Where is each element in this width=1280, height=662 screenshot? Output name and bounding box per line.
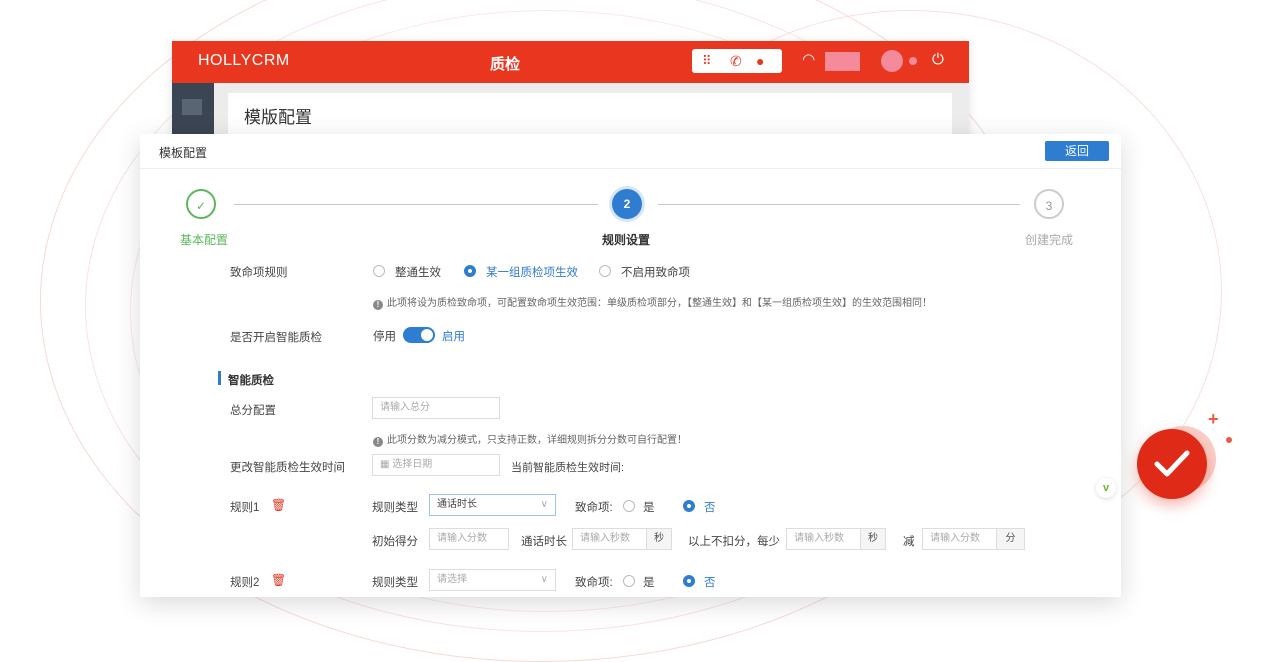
rule-2-type-select[interactable]: 请选择 ∨: [429, 569, 556, 591]
call-duration-label: 通话时长: [521, 536, 567, 548]
date-picker-placeholder: 选择日期: [392, 459, 433, 470]
radio-group-items[interactable]: [464, 265, 476, 277]
fatal-rule-note-text: 此项将设为质检致命项，可配置致命项生效范围：单级质检项部分，【整通生效】和【某一…: [387, 298, 932, 309]
rule-1-fatal-yes[interactable]: [623, 500, 635, 512]
panel-header: 模板配置 返回: [140, 134, 1121, 169]
rule-2-fatal-no-label[interactable]: 否: [704, 574, 716, 590]
seconds-unit: 秒: [861, 528, 886, 550]
sidebar-menu-icon[interactable]: [182, 99, 202, 115]
chat-icon[interactable]: ●: [756, 52, 764, 70]
step-1-done[interactable]: ✓: [186, 189, 216, 219]
info-icon: !: [373, 300, 383, 310]
toggle-knob: [421, 329, 433, 341]
phone-icon[interactable]: ✆: [730, 52, 742, 70]
rule-2-fatal-label: 致命项:: [575, 577, 613, 589]
total-score-note-text: 此项分数为减分模式，只支持正数，详细规则拆分分数可自行配置！: [387, 435, 687, 446]
sparkle-plus-icon: +: [1208, 409, 1219, 429]
rule-1-type-select[interactable]: 通话时长 ∨: [429, 494, 556, 516]
total-score-note: ! 此项分数为减分模式，只支持正数，详细规则拆分分数可自行配置！: [373, 431, 687, 447]
status-dot-icon: [909, 57, 917, 65]
step-3-label: 创建完成: [1025, 233, 1074, 247]
rule-1-fatal-yes-label[interactable]: 是: [643, 499, 655, 515]
rule-2-type-placeholder: 请选择: [437, 574, 467, 585]
deduct-points-input[interactable]: 请输入分数: [922, 528, 997, 550]
step-connector: [658, 204, 1020, 205]
floating-badge-icon[interactable]: v: [1096, 478, 1116, 498]
apps-grid-icon[interactable]: ⠿: [702, 52, 712, 70]
seconds-unit: 秒: [647, 528, 672, 550]
rule-1-type-value: 通话时长: [437, 499, 477, 510]
app-topbar: HOLLYCRM 质检 ⠿ ✆ ● ◠ ⏻: [172, 41, 969, 83]
brand-logo: HOLLYCRM: [198, 52, 290, 69]
rule-2-type-label: 规则类型: [372, 577, 418, 589]
template-config-panel: 模板配置 返回 ✓ 2 3 基本配置 规则设置 创建完成 致命项规则 整通生效 …: [140, 134, 1121, 597]
total-score-label: 总分配置: [230, 405, 276, 417]
wifi-icon: ◠: [802, 51, 816, 68]
power-icon[interactable]: ⏻: [932, 51, 944, 68]
section-title: 智能质检: [228, 375, 274, 387]
points-unit: 分: [997, 528, 1025, 550]
smart-qc-label: 是否开启智能质检: [230, 332, 322, 344]
fatal-rule-note: ! 此项将设为质检致命项，可配置致命项生效范围：单级质检项部分，【整通生效】和【某…: [373, 294, 932, 310]
app-title: 质检: [490, 56, 521, 73]
rule-2-fatal-yes-label[interactable]: 是: [643, 574, 655, 590]
rule-2-fatal-yes[interactable]: [623, 575, 635, 587]
step-2-active[interactable]: 2: [612, 189, 642, 219]
rule-2-fatal-no[interactable]: [683, 575, 695, 587]
quick-actions: ⠿ ✆ ●: [692, 49, 782, 73]
per-shortfall-seconds-input[interactable]: 请输入秒数: [786, 528, 861, 550]
rule-2-name: 规则2: [230, 577, 260, 589]
info-icon: !: [373, 437, 383, 447]
rule-1-fatal-no-label[interactable]: 否: [704, 499, 716, 515]
smart-qc-toggle[interactable]: [403, 327, 435, 343]
rule-1-fatal-label: 致命项:: [575, 502, 613, 514]
step-connector: [234, 204, 598, 205]
rule-1-name: 规则1: [230, 502, 260, 514]
trash-icon[interactable]: 🗑: [271, 573, 286, 587]
chevron-down-icon: ∨: [540, 574, 548, 585]
page-title: 模版配置: [244, 108, 312, 127]
radio-disable-fatal-label[interactable]: 不启用致命项: [621, 264, 690, 280]
radio-disable-fatal[interactable]: [599, 265, 611, 277]
back-button[interactable]: 返回: [1045, 141, 1109, 161]
chevron-down-icon: ∨: [540, 499, 548, 510]
trash-icon[interactable]: 🗑: [271, 498, 286, 512]
current-effective-time-label: 当前智能质检生效时间:: [511, 462, 625, 474]
check-badge-icon: [1137, 429, 1207, 499]
rule-1-fatal-no[interactable]: [683, 500, 695, 512]
rule-1-type-label: 规则类型: [372, 502, 418, 514]
status-block: [825, 52, 860, 71]
step-2-label: 规则设置: [602, 233, 651, 247]
radio-group-items-label[interactable]: 某一组质检项生效: [486, 264, 578, 280]
call-duration-seconds-input[interactable]: 请输入秒数: [572, 528, 647, 550]
minus-label: 减: [903, 536, 915, 548]
radio-whole-call-label[interactable]: 整通生效: [395, 264, 441, 280]
avatar[interactable]: [881, 50, 903, 72]
effective-time-label: 更改智能质检生效时间: [230, 462, 345, 474]
section-marker: [218, 371, 221, 385]
toggle-off-label: 停用: [373, 331, 396, 343]
step-3-pending[interactable]: 3: [1034, 189, 1064, 219]
fatal-rule-label: 致命项规则: [230, 267, 288, 279]
date-picker-input[interactable]: ▦ 选择日期: [372, 454, 500, 476]
sparkle-dot-icon: [1226, 437, 1232, 443]
total-score-input[interactable]: 请输入总分: [372, 397, 500, 419]
initial-score-label: 初始得分: [372, 536, 418, 548]
no-deduction-text: 以上不扣分，每少: [688, 536, 780, 548]
calendar-icon: ▦: [380, 459, 393, 470]
radio-whole-call[interactable]: [373, 265, 385, 277]
initial-score-input[interactable]: 请输入分数: [429, 528, 509, 550]
step-1-label: 基本配置: [180, 233, 229, 247]
toggle-on-label: 启用: [442, 331, 465, 343]
panel-title: 模板配置: [159, 146, 208, 160]
